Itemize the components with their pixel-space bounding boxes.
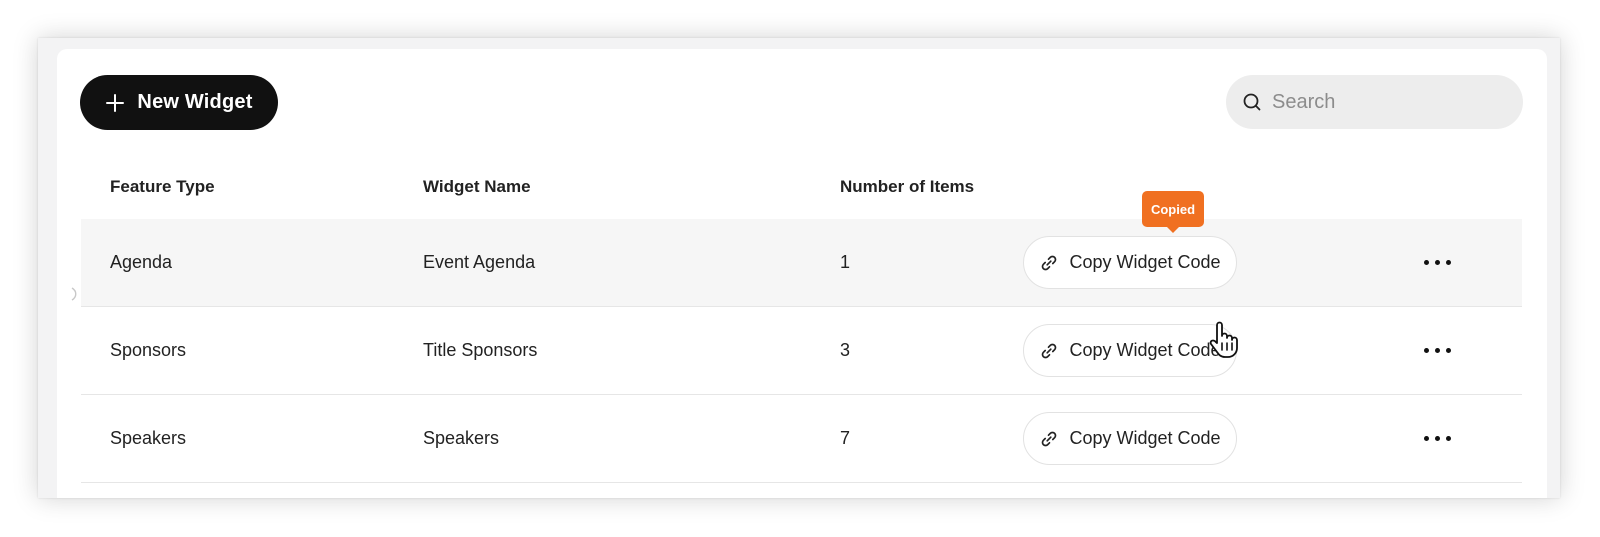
copy-widget-code-label: Copy Widget Code [1069, 252, 1221, 272]
more-horizontal-icon [1423, 260, 1429, 265]
search-icon [1243, 93, 1261, 111]
app-window: New Widget Feature Type Widget Name Numb… [38, 38, 1560, 498]
search-field[interactable] [1226, 75, 1523, 129]
widget-name-cell: Title Sponsors [423, 340, 538, 360]
copy-cell: Copy Widget Code [1023, 307, 1237, 394]
copy-widget-code-button[interactable]: Copy Widget Code [1023, 412, 1237, 465]
item-count-cell: 1 [840, 252, 851, 272]
plus-icon [106, 93, 125, 112]
screenshot-stage: New Widget Feature Type Widget Name Numb… [0, 0, 1600, 537]
link-icon [1042, 255, 1057, 270]
feature-type-cell: Agenda [110, 252, 173, 272]
more-horizontal-icon [1423, 348, 1429, 353]
item-count-cell: 3 [840, 340, 851, 360]
table-row[interactable]: Speakers Speakers 7 Copy Widget Code [81, 395, 1522, 483]
more-options-button[interactable] [1417, 336, 1457, 366]
copy-widget-code-button[interactable]: Copy Widget Code [1023, 236, 1237, 289]
copy-widget-code-button[interactable]: Copy Widget Code [1023, 324, 1237, 377]
feature-type-cell: Sponsors [110, 340, 187, 360]
header-number-of-items: Number of Items [840, 177, 975, 196]
actions-cell [1417, 395, 1457, 482]
hand-pointer-icon [1209, 321, 1238, 358]
widgets-panel: New Widget Feature Type Widget Name Numb… [57, 49, 1547, 498]
copy-widget-code-label: Copy Widget Code [1069, 340, 1221, 360]
table-header: Feature Type Widget Name Number of Items [81, 167, 1522, 219]
new-widget-label: New Widget [137, 91, 253, 113]
side-handle-icon [71, 287, 77, 301]
link-icon [1042, 431, 1057, 446]
actions-cell [1417, 219, 1457, 306]
widget-name-cell: Event Agenda [423, 252, 536, 272]
table-row[interactable]: Agenda Event Agenda 1 Copy Widget Code [81, 219, 1522, 307]
more-horizontal-icon [1423, 436, 1429, 441]
widgets-table: Feature Type Widget Name Number of Items… [81, 167, 1522, 483]
copy-widget-code-label: Copy Widget Code [1069, 428, 1221, 448]
more-options-button[interactable] [1417, 248, 1457, 278]
header-widget-name: Widget Name [423, 177, 531, 196]
search-input[interactable] [1270, 89, 1494, 115]
link-icon [1042, 343, 1057, 358]
table-row[interactable]: Sponsors Title Sponsors 3 Copy Widget Co… [81, 307, 1522, 395]
item-count-cell: 7 [840, 428, 851, 448]
header-feature-type: Feature Type [110, 177, 215, 196]
more-options-button[interactable] [1417, 424, 1457, 454]
widget-name-cell: Speakers [423, 428, 500, 448]
copy-cell: Copy Widget Code [1023, 395, 1237, 482]
copy-cell: Copy Widget Code [1023, 219, 1237, 306]
copied-tooltip: Copied [1142, 191, 1204, 233]
actions-cell [1417, 307, 1457, 394]
new-widget-button[interactable]: New Widget [80, 75, 278, 130]
feature-type-cell: Speakers [110, 428, 187, 448]
